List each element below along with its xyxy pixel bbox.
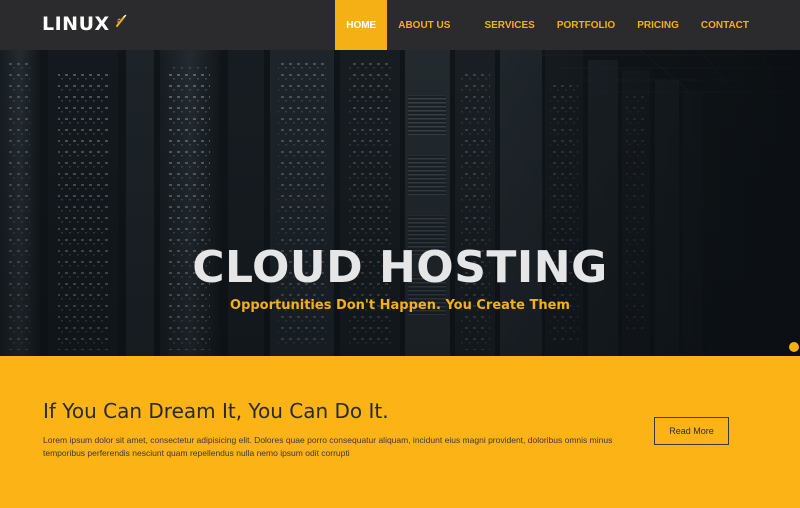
nav-item-services[interactable]: Services: [473, 0, 545, 50]
nav-item-pricing[interactable]: Pricing: [626, 0, 690, 50]
nav-item-contact[interactable]: Contact: [690, 0, 760, 50]
logo-text: LINUX: [42, 13, 110, 35]
cta-text: Lorem ipsum dolor sit amet, consectetur …: [43, 435, 613, 458]
pencil-spark-icon: [115, 14, 127, 33]
hero-subtitle: Opportunities Don't Happen. You Create T…: [230, 298, 570, 313]
hero-title: CLOUD HOSTING: [192, 242, 608, 293]
slider-dot[interactable]: [789, 342, 799, 352]
call-to-action-band: If You Can Dream It, You Can Do It. Lore…: [0, 356, 800, 508]
cta-heading: If You Can Dream It, You Can Do It.: [43, 399, 389, 423]
read-more-button[interactable]: Read More: [654, 417, 729, 445]
nav-item-home[interactable]: Home: [335, 0, 388, 50]
nav-item-portfolio[interactable]: Portfolio: [546, 0, 626, 50]
hero-banner: CLOUD HOSTING Opportunities Don't Happen…: [0, 50, 800, 356]
main-nav: Home About Us Services Portfolio Pricing…: [335, 0, 760, 50]
nav-item-about-us[interactable]: About Us: [387, 0, 461, 50]
site-header: LINUX Home About Us Services Portfolio P…: [0, 0, 800, 50]
logo[interactable]: LINUX: [42, 13, 127, 35]
